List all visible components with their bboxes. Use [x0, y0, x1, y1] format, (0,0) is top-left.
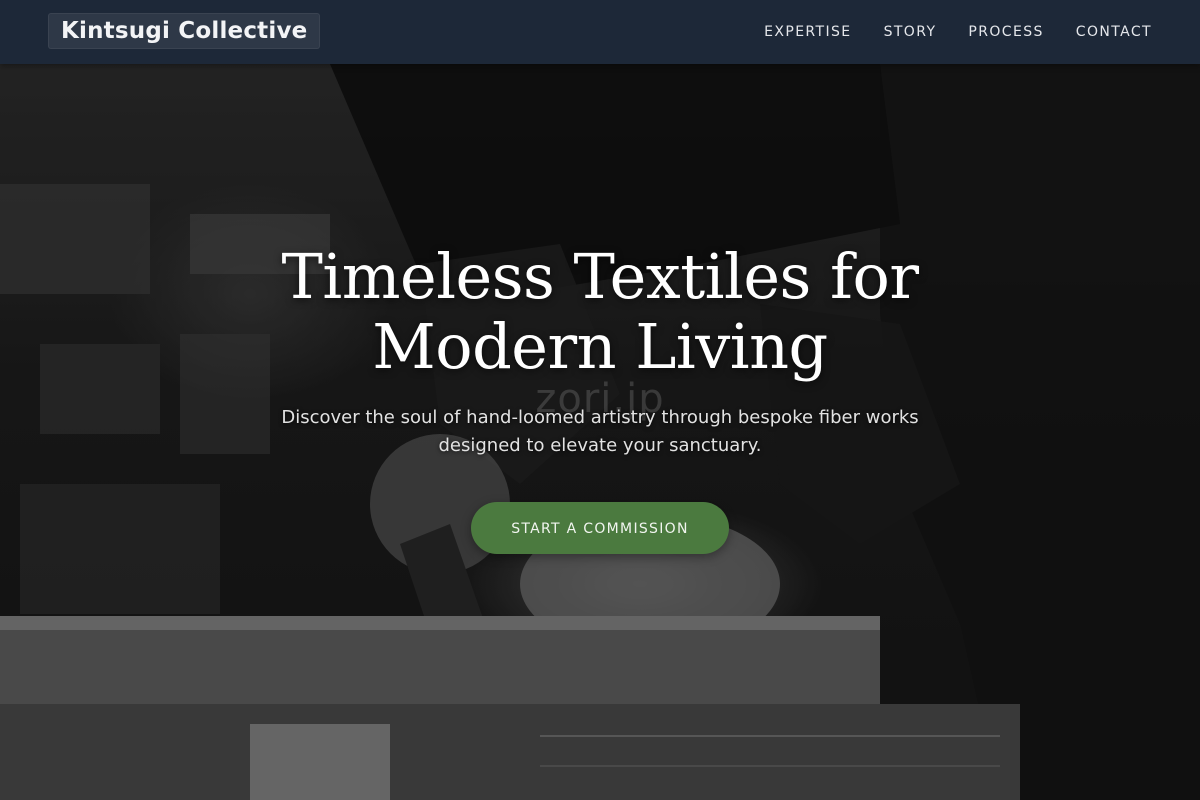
nav-link-expertise[interactable]: EXPERTISE [764, 24, 851, 40]
hero-content: Timeless Textiles for Modern Living Disc… [0, 242, 1200, 554]
hero-section: zori.jp Timeless Textiles for Modern Liv… [0, 64, 1200, 800]
start-commission-button[interactable]: START A COMMISSION [471, 502, 729, 554]
top-navbar: Kintsugi Collective EXPERTISE STORY PROC… [0, 0, 1200, 64]
brand-logo[interactable]: Kintsugi Collective [48, 13, 321, 49]
main-navigation: EXPERTISE STORY PROCESS CONTACT [764, 0, 1152, 64]
hero-title: Timeless Textiles for Modern Living [220, 242, 980, 382]
nav-link-contact[interactable]: CONTACT [1076, 24, 1152, 40]
hero-title-line-2: Modern Living [372, 310, 828, 383]
nav-link-process[interactable]: PROCESS [968, 24, 1043, 40]
hero-title-line-1: Timeless Textiles for [281, 240, 919, 313]
hero-subtitle: Discover the soul of hand-loomed artistr… [281, 407, 919, 456]
nav-link-story[interactable]: STORY [884, 24, 937, 40]
